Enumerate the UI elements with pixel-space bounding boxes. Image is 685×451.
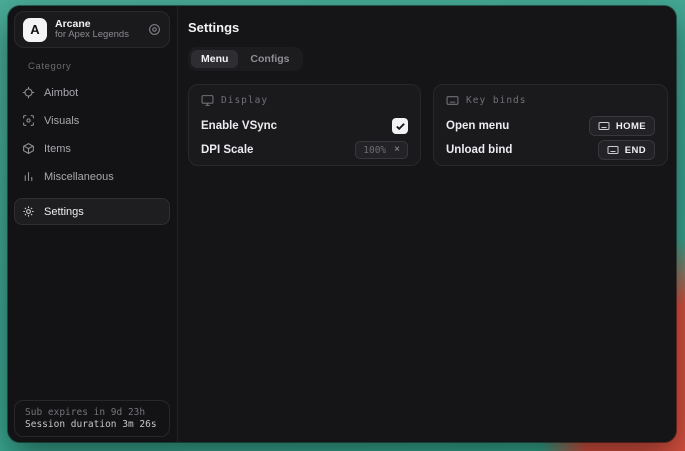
keybinds-card-title: Key binds — [466, 95, 526, 106]
dpi-scale-row: DPI Scale 100% × — [201, 139, 408, 161]
sidebar-item-aimbot[interactable]: Aimbot — [14, 79, 170, 106]
subscription-info-card: Sub expires in 9d 23h Session duration 3… — [14, 400, 170, 437]
keyboard-icon — [598, 120, 610, 132]
settings-cards: Display Enable VSync DPI Scale 100% × — [188, 84, 668, 166]
brand-logo: A — [23, 18, 47, 42]
sidebar-item-label: Visuals — [44, 115, 79, 127]
brand-subtitle: for Apex Legends — [55, 30, 140, 41]
tab-menu[interactable]: Menu — [191, 50, 238, 68]
circled-dot-icon[interactable] — [148, 23, 161, 36]
bars-icon — [22, 170, 35, 183]
vsync-checkbox[interactable] — [392, 118, 408, 134]
tab-bar: Menu Configs — [188, 47, 303, 71]
gear-icon — [22, 205, 35, 218]
sidebar-item-label: Items — [44, 143, 71, 155]
dpi-scale-input[interactable]: 100% × — [355, 141, 408, 159]
main-content: Settings Menu Configs Display Enable VSy… — [178, 6, 676, 442]
keyboard-icon — [446, 94, 459, 107]
tab-configs[interactable]: Configs — [240, 50, 299, 68]
crosshair-icon — [22, 86, 35, 99]
open-menu-bind-button[interactable]: HOME — [589, 116, 655, 136]
menu-overlay: A Arcane for Apex Legends Category Aimbo… — [8, 6, 676, 442]
page-title: Settings — [188, 20, 668, 35]
dpi-scale-label: DPI Scale — [201, 144, 253, 156]
unload-bind-row: Unload bind END — [446, 139, 655, 161]
brand-text: Arcane for Apex Legends — [55, 18, 140, 41]
sidebar-item-settings[interactable]: Settings — [14, 198, 170, 225]
category-label: Category — [28, 61, 177, 72]
sidebar-item-items[interactable]: Items — [14, 135, 170, 162]
display-card: Display Enable VSync DPI Scale 100% × — [188, 84, 421, 166]
display-card-title: Display — [221, 95, 268, 106]
open-menu-label: Open menu — [446, 120, 509, 132]
sidebar-item-label: Miscellaneous — [44, 171, 114, 183]
open-menu-bind-key: HOME — [616, 121, 646, 132]
keyboard-icon — [607, 144, 619, 156]
dpi-scale-value: 100% — [363, 145, 386, 156]
sidebar: A Arcane for Apex Legends Category Aimbo… — [8, 6, 178, 442]
clear-icon[interactable]: × — [394, 145, 400, 155]
sidebar-item-label: Settings — [44, 206, 84, 218]
vsync-label: Enable VSync — [201, 120, 277, 132]
sidebar-item-label: Aimbot — [44, 87, 78, 99]
eye-scan-icon — [22, 114, 35, 127]
checkmark-icon — [395, 121, 406, 132]
sub-expiry-text: Sub expires in 9d 23h — [25, 407, 159, 418]
brand-card: A Arcane for Apex Legends — [14, 11, 170, 48]
unload-bind-button[interactable]: END — [598, 140, 655, 160]
unload-bind-key: END — [625, 145, 646, 156]
monitor-icon — [201, 94, 214, 107]
sidebar-item-visuals[interactable]: Visuals — [14, 107, 170, 134]
open-menu-row: Open menu HOME — [446, 115, 655, 137]
keybinds-card: Key binds Open menu HOME Unload bin — [433, 84, 668, 166]
sidebar-nav: Aimbot Visuals Items — [8, 79, 177, 225]
session-duration-text: Session duration 3m 26s — [25, 419, 159, 430]
unload-bind-label: Unload bind — [446, 144, 512, 156]
vsync-row: Enable VSync — [201, 115, 408, 137]
package-icon — [22, 142, 35, 155]
sidebar-item-miscellaneous[interactable]: Miscellaneous — [14, 163, 170, 190]
